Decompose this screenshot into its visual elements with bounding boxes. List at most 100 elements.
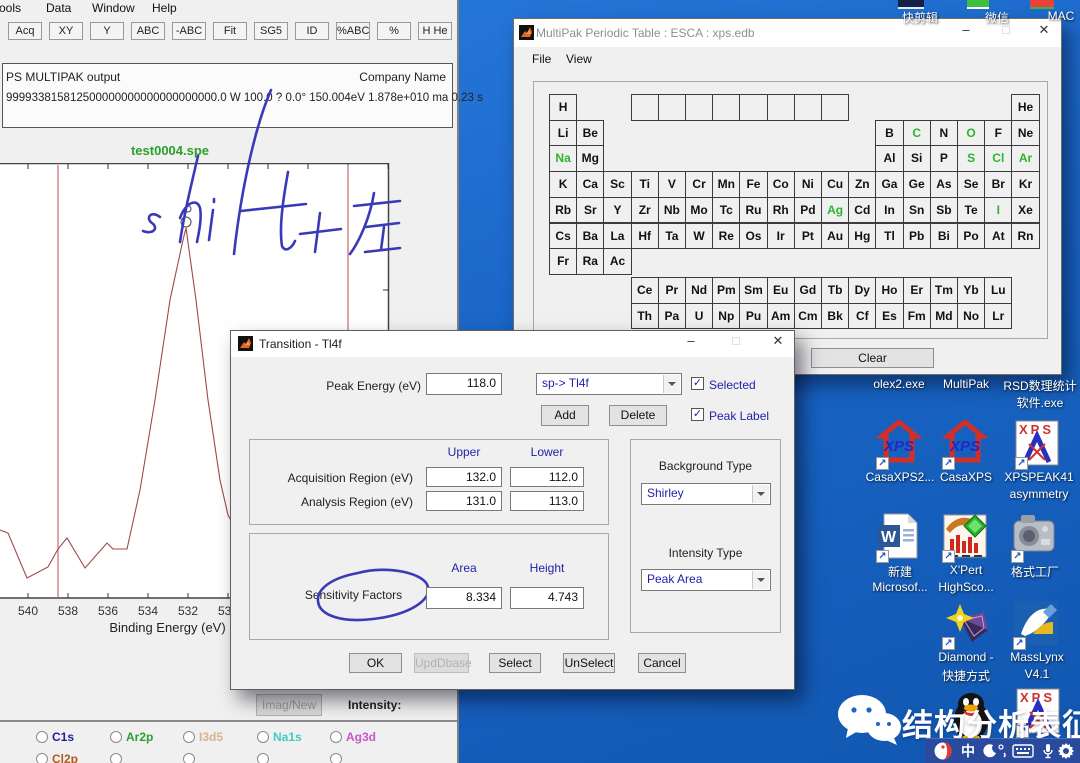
element-Ta[interactable]: Ta (657, 222, 686, 250)
element-Pu[interactable]: Pu (739, 302, 768, 330)
element-Bk[interactable]: Bk (821, 302, 850, 330)
toolbar-button-sg5[interactable]: SG5 (254, 22, 288, 40)
toolbar-button-y[interactable]: Y (90, 22, 124, 40)
element-Li[interactable]: Li (549, 119, 578, 147)
element-Ge[interactable]: Ge (902, 171, 931, 198)
element-Si[interactable]: Si (902, 145, 931, 173)
species-radio-I3d5[interactable] (183, 731, 195, 743)
toolbar-button-[interactable]: % (377, 22, 411, 40)
sensitivity-area-input[interactable]: 8.334 (426, 587, 502, 609)
element-Os[interactable]: Os (739, 222, 768, 250)
menu-item-data[interactable]: Data (42, 0, 75, 17)
desktop-icon-MassLynx[interactable]: ↗ (1013, 600, 1063, 650)
periodic-menu-view[interactable]: View (562, 51, 596, 68)
dialog-maximize-button[interactable]: □ (721, 333, 751, 351)
sogou-ime-icon[interactable] (933, 741, 953, 761)
menu-item-window[interactable]: Window (88, 0, 139, 17)
toolbar-button-abc[interactable]: -ABC (172, 22, 206, 40)
element-Er[interactable]: Er (902, 276, 931, 304)
keyboard-icon[interactable] (1011, 741, 1035, 761)
element-Se[interactable]: Se (957, 171, 986, 198)
element-Be[interactable]: Be (576, 119, 605, 147)
element-Fm[interactable]: Fm (902, 302, 931, 330)
element-Pm[interactable]: Pm (712, 276, 741, 304)
element-Br[interactable]: Br (984, 171, 1013, 198)
analysis-upper-input[interactable]: 131.0 (426, 491, 502, 511)
punctuation-indicator-icon[interactable] (997, 741, 1009, 761)
element-Y[interactable]: Y (603, 196, 632, 224)
element-Cm[interactable]: Cm (793, 302, 822, 330)
element-Hf[interactable]: Hf (630, 222, 659, 250)
element-Gd[interactable]: Gd (793, 276, 822, 304)
toolbar-button-abc[interactable]: ABC (131, 22, 165, 40)
element-Tm[interactable]: Tm (929, 276, 958, 304)
unselect-button[interactable]: UnSelect (563, 653, 615, 673)
close-button[interactable]: ✕ (1029, 22, 1059, 40)
element-Cr[interactable]: Cr (685, 171, 714, 198)
element-Al[interactable]: Al (875, 145, 904, 173)
element-empty[interactable] (793, 94, 822, 121)
element-C[interactable]: C (902, 119, 931, 147)
element-Es[interactable]: Es (875, 302, 904, 330)
element-Sn[interactable]: Sn (902, 196, 931, 224)
sensitivity-height-input[interactable]: 4.743 (510, 587, 584, 609)
element-empty[interactable] (630, 94, 659, 121)
element-Ne[interactable]: Ne (1011, 119, 1040, 147)
acquisition-upper-input[interactable]: 132.0 (426, 467, 502, 487)
toolbar-button-id[interactable]: ID (295, 22, 329, 40)
element-V[interactable]: V (657, 171, 686, 198)
element-empty[interactable] (685, 94, 714, 121)
element-Pb[interactable]: Pb (902, 222, 931, 250)
element-Cs[interactable]: Cs (549, 222, 578, 250)
toolbar-button-hhe[interactable]: H He (418, 22, 452, 40)
element-Te[interactable]: Te (957, 196, 986, 224)
desktop-icon-sliver-MAC[interactable] (1030, 0, 1054, 9)
transition-select[interactable]: sp-> Tl4f (536, 373, 682, 395)
element-Ac[interactable]: Ac (603, 248, 632, 275)
element-Po[interactable]: Po (957, 222, 986, 250)
clear-button[interactable]: Clear (811, 348, 934, 368)
species-radio-Ar2p[interactable] (110, 731, 122, 743)
element-Re[interactable]: Re (712, 222, 741, 250)
element-Ga[interactable]: Ga (875, 171, 904, 198)
species-radio-C1s[interactable] (36, 731, 48, 743)
species-radio-Ag3d[interactable] (330, 731, 342, 743)
desktop-icon-Diamond -[interactable]: ↗ (942, 600, 992, 650)
element-Kr[interactable]: Kr (1011, 171, 1040, 198)
species-radio-Cl2p[interactable] (36, 753, 48, 763)
upddbase-button[interactable]: UpdDbase (414, 653, 472, 673)
element-Ar[interactable]: Ar (1011, 145, 1040, 173)
dialog-close-button[interactable]: ✕ (763, 333, 793, 351)
element-Ru[interactable]: Ru (739, 196, 768, 224)
element-Mg[interactable]: Mg (576, 145, 605, 173)
element-Mo[interactable]: Mo (685, 196, 714, 224)
element-Co[interactable]: Co (766, 171, 795, 198)
element-B[interactable]: B (875, 119, 904, 147)
chevron-down-icon[interactable] (663, 375, 680, 393)
ok-button[interactable]: OK (349, 653, 402, 673)
element-He[interactable]: He (1011, 94, 1040, 121)
element-N[interactable]: N (929, 119, 958, 147)
element-Rh[interactable]: Rh (766, 196, 795, 224)
element-Sc[interactable]: Sc (603, 171, 632, 198)
element-Pr[interactable]: Pr (657, 276, 686, 304)
element-Mn[interactable]: Mn (712, 171, 741, 198)
element-Am[interactable]: Am (766, 302, 795, 330)
peak-energy-input[interactable]: 118.0 (426, 373, 502, 395)
periodic-menu-file[interactable]: File (528, 51, 555, 68)
intensity-type-select[interactable]: Peak Area (641, 569, 771, 591)
element-Ni[interactable]: Ni (793, 171, 822, 198)
element-U[interactable]: U (685, 302, 714, 330)
chevron-down-icon[interactable] (752, 485, 769, 503)
element-Ca[interactable]: Ca (576, 171, 605, 198)
element-Pa[interactable]: Pa (657, 302, 686, 330)
element-Th[interactable]: Th (630, 302, 659, 330)
element-Lu[interactable]: Lu (984, 276, 1013, 304)
element-Ce[interactable]: Ce (630, 276, 659, 304)
element-At[interactable]: At (984, 222, 1013, 250)
desktop-icon-sliver-快剪辑[interactable] (898, 0, 924, 9)
element-empty[interactable] (657, 94, 686, 121)
element-Pd[interactable]: Pd (793, 196, 822, 224)
gear-icon[interactable] (1056, 741, 1076, 761)
dialog-minimize-button[interactable]: – (676, 333, 706, 351)
